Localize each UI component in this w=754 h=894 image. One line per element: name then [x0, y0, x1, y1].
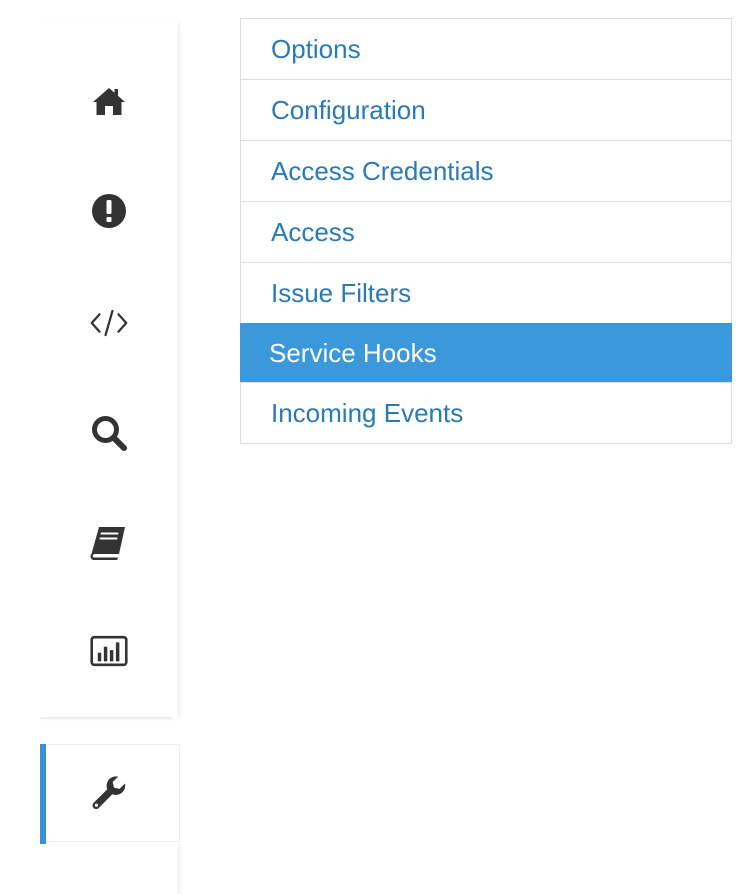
- sidebar-item-reports[interactable]: [90, 632, 128, 670]
- wrench-icon: [92, 776, 126, 810]
- menu-item-options[interactable]: Options: [240, 18, 732, 80]
- menu-item-label: Options: [271, 33, 361, 64]
- exclamation-circle-icon: [92, 194, 126, 228]
- menu-item-configuration[interactable]: Configuration: [240, 79, 732, 141]
- menu-item-label: Service Hooks: [269, 337, 437, 368]
- menu-item-label: Issue Filters: [271, 277, 412, 308]
- page: Options Configuration Access Credentials…: [0, 0, 754, 894]
- menu-item-issue-filters[interactable]: Issue Filters: [240, 262, 732, 324]
- sidebar-item-search[interactable]: [90, 414, 128, 452]
- sidebar-item-home[interactable]: [90, 82, 128, 120]
- code-icon: [90, 309, 128, 337]
- active-indicator: [40, 744, 46, 844]
- menu-item-service-hooks[interactable]: Service Hooks: [240, 323, 732, 383]
- menu-item-label: Access: [271, 216, 355, 247]
- sidebar-item-issues[interactable]: [90, 192, 128, 230]
- menu-item-access[interactable]: Access: [240, 201, 732, 263]
- menu-item-access-credentials[interactable]: Access Credentials: [240, 140, 732, 202]
- bar-chart-icon: [90, 635, 128, 667]
- settings-menu: Options Configuration Access Credentials…: [240, 18, 732, 444]
- sidebar-item-docs[interactable]: [90, 524, 128, 562]
- sidebar-nav: [40, 22, 180, 894]
- sidebar-panel: [40, 22, 179, 718]
- home-icon: [93, 88, 125, 115]
- menu-item-incoming-events[interactable]: Incoming Events: [240, 382, 732, 444]
- search-icon: [92, 416, 127, 451]
- sidebar-item-settings[interactable]: [40, 744, 180, 844]
- sidebar-divider: [40, 717, 172, 721]
- menu-item-label: Access Credentials: [271, 155, 494, 186]
- menu-item-label: Configuration: [271, 94, 426, 125]
- sidebar-item-code[interactable]: [90, 304, 128, 342]
- sidebar-tail: [40, 844, 179, 894]
- book-icon: [90, 527, 125, 560]
- sidebar-item-settings-icon-wrap: [90, 775, 128, 813]
- menu-item-label: Incoming Events: [271, 397, 464, 428]
